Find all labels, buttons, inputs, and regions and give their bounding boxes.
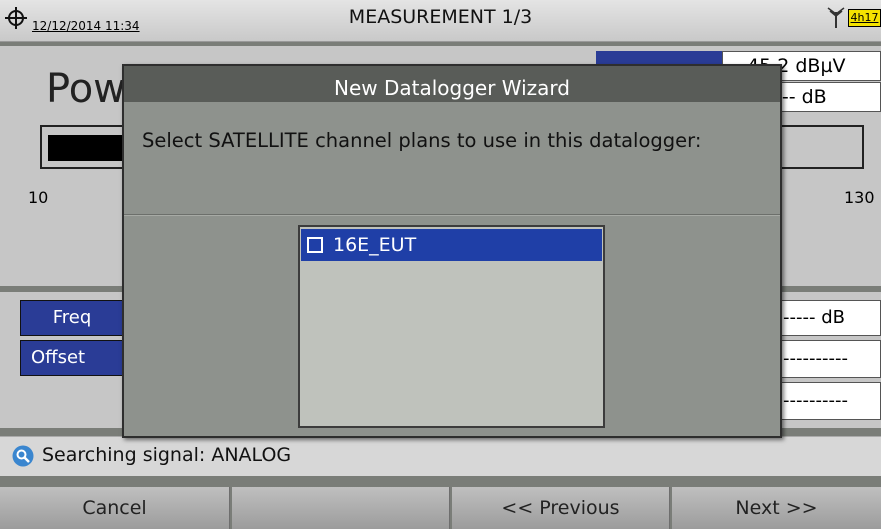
search-status-text: Searching signal: ANALOG <box>42 444 292 466</box>
cancel-button[interactable]: Cancel <box>0 487 230 529</box>
offset-button[interactable]: Offset <box>20 340 124 376</box>
next-button[interactable]: Next >> <box>672 487 881 529</box>
channel-plan-checkbox[interactable] <box>307 237 323 253</box>
search-icon <box>12 445 34 467</box>
dialog-message: Select SATELLITE channel plans to use in… <box>142 129 702 152</box>
dialog-title: New Datalogger Wizard <box>124 66 780 102</box>
level-meter-fill <box>48 135 124 161</box>
channel-plan-item[interactable]: 16E_EUT <box>301 229 602 261</box>
battery-badge: 4h17 <box>848 9 881 27</box>
empty-softkey[interactable] <box>232 487 450 529</box>
measurement-title: Pow <box>46 66 126 112</box>
dialog-divider <box>124 214 780 216</box>
antenna-icon <box>827 7 845 28</box>
scale-max-label: 130 <box>844 188 875 207</box>
scale-min-label: 10 <box>28 188 49 207</box>
previous-button[interactable]: << Previous <box>452 487 670 529</box>
freq-button[interactable]: Freq <box>20 300 124 336</box>
screen-title: MEASUREMENT 1/3 <box>348 6 533 28</box>
